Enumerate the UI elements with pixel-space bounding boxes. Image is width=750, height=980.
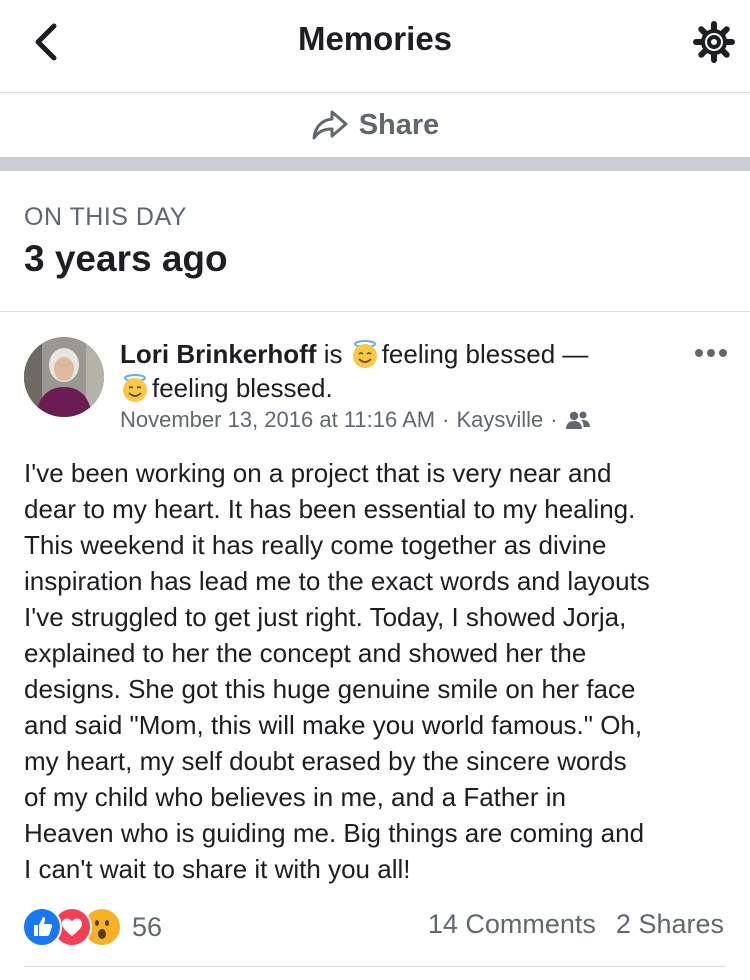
- feeling-text-2: feeling blessed.: [152, 373, 333, 403]
- divider: [24, 966, 726, 967]
- page-title: Memories: [297, 20, 453, 57]
- reaction-count: 56: [132, 911, 163, 942]
- reactions-summary[interactable]: 56: [22, 906, 162, 948]
- avatar[interactable]: [24, 337, 104, 417]
- on-this-day-label: ON THIS DAY: [24, 203, 187, 231]
- halo-emoji-icon: [352, 340, 377, 368]
- more-options-icon[interactable]: [694, 345, 728, 361]
- halo-emoji-icon: [123, 374, 147, 402]
- share-arrow-icon: [312, 110, 348, 140]
- share-button[interactable]: Share: [311, 108, 440, 142]
- shares-count-link[interactable]: 2 Shares: [616, 909, 724, 940]
- meta-separator: ·: [550, 407, 558, 432]
- gear-icon[interactable]: [690, 18, 738, 66]
- like-reaction-icon: [22, 907, 62, 947]
- post-timestamp[interactable]: November 13, 2016 at 11:16 AM: [120, 407, 435, 433]
- section-separator: [0, 157, 750, 171]
- feeling-text-1: feeling blessed —: [381, 339, 589, 369]
- comments-count-link[interactable]: 14 Comments: [428, 909, 596, 940]
- is-text: is: [323, 339, 343, 369]
- post-headline: Lori Brinkerhoff is feeling blessed — fe…: [120, 337, 680, 405]
- share-bar: Share: [0, 93, 750, 157]
- years-ago-heading: 3 years ago: [24, 238, 228, 279]
- divider: [0, 311, 750, 312]
- top-navigation-bar: Memories: [0, 0, 750, 93]
- post-body: I've been working on a project that is v…: [24, 458, 650, 884]
- engagement-stats: 14 Comments 2 Shares: [428, 909, 724, 940]
- post-location[interactable]: Kaysville: [456, 407, 543, 433]
- profile-photo: [24, 337, 104, 417]
- share-label: Share: [358, 108, 440, 141]
- friends-icon: [565, 411, 590, 429]
- meta-separator: ·: [442, 407, 450, 432]
- author-name[interactable]: Lori Brinkerhoff: [120, 339, 316, 369]
- post-meta: November 13, 2016 at 11:16 AM · Kaysvill…: [120, 407, 591, 433]
